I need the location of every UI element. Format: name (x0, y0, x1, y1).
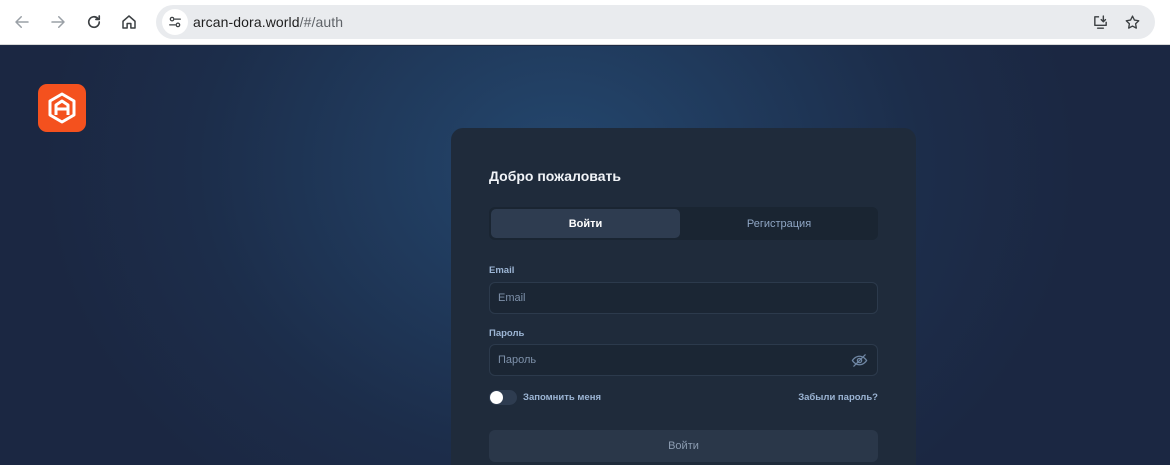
home-button[interactable] (114, 8, 144, 36)
back-button[interactable] (7, 8, 37, 36)
arcan-logo-icon (48, 92, 76, 124)
auth-card: Добро пожаловать Войти Регистрация Email… (451, 128, 916, 465)
toggle-knob (490, 391, 503, 404)
eye-off-icon (851, 354, 868, 367)
reload-icon (87, 15, 101, 29)
home-icon (122, 15, 136, 29)
password-input[interactable] (490, 345, 877, 375)
brand-logo[interactable] (38, 84, 86, 132)
forward-button[interactable] (43, 8, 73, 36)
card-title: Добро пожаловать (489, 168, 621, 184)
url-host: arcan-dora.world (193, 14, 300, 30)
bookmark-star-icon (1125, 14, 1139, 29)
email-input[interactable] (490, 283, 877, 313)
forgot-password-link[interactable]: Забыли пароль? (798, 392, 878, 403)
tab-login[interactable]: Войти (491, 209, 680, 238)
install-app-button[interactable] (1090, 12, 1110, 32)
install-app-icon (1093, 14, 1107, 29)
url-text[interactable]: arcan-dora.world/#/auth (193, 14, 343, 30)
site-info-button[interactable] (162, 9, 188, 35)
password-label: Пароль (489, 328, 525, 339)
password-field-wrapper (489, 344, 878, 376)
password-visibility-toggle[interactable] (851, 352, 868, 369)
tab-register[interactable]: Регистрация (682, 209, 876, 238)
remember-me-toggle[interactable] (489, 390, 517, 405)
auth-page: Добро пожаловать Войти Регистрация Email… (0, 46, 1170, 465)
forward-arrow-icon (51, 16, 65, 28)
address-bar[interactable]: arcan-dora.world/#/auth (156, 5, 1155, 39)
auth-tabs: Войти Регистрация (489, 207, 878, 240)
email-label: Email (489, 265, 515, 276)
back-arrow-icon (15, 16, 29, 28)
browser-toolbar: arcan-dora.world/#/auth (0, 0, 1170, 45)
remember-me-label: Запомнить меня (523, 392, 601, 403)
login-submit-button[interactable]: Войти (489, 430, 878, 462)
email-field-wrapper (489, 282, 878, 314)
reload-button[interactable] (79, 8, 109, 36)
bookmark-button[interactable] (1122, 12, 1142, 32)
url-path: /#/auth (299, 14, 344, 30)
site-info-icon (169, 16, 181, 28)
